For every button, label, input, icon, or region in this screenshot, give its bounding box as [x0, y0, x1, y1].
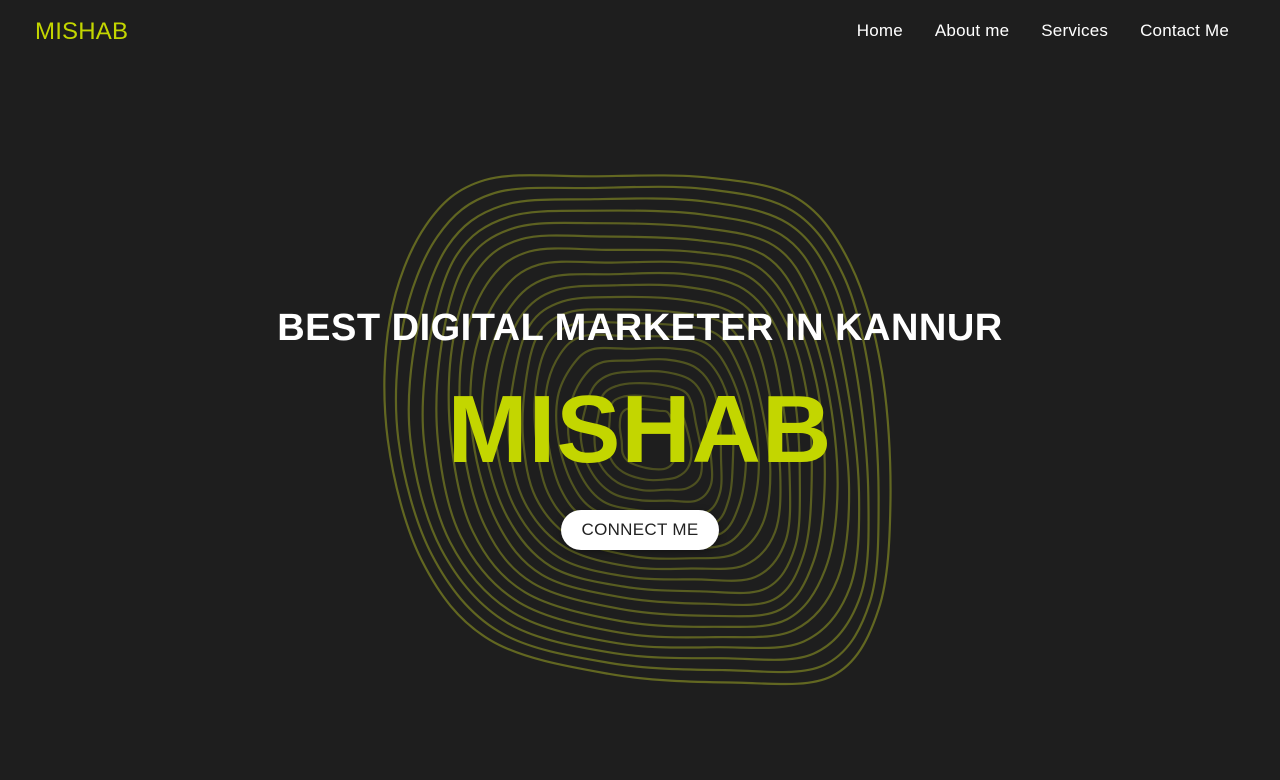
- hero-title: MISHAB: [447, 376, 833, 483]
- nav-menu: Home About me Services Contact Me: [857, 20, 1229, 42]
- navbar: MISHAB Home About me Services Contact Me: [0, 0, 1280, 64]
- nav-link-services[interactable]: Services: [1041, 20, 1108, 42]
- connect-me-button[interactable]: CONNECT ME: [561, 510, 719, 550]
- nav-link-contact-me[interactable]: Contact Me: [1140, 20, 1229, 42]
- hero-subtitle: BEST DIGITAL MARKETER IN KANNUR: [277, 307, 1003, 349]
- nav-link-home[interactable]: Home: [857, 20, 903, 42]
- nav-link-about-me[interactable]: About me: [935, 20, 1009, 42]
- site-logo[interactable]: MISHAB: [35, 18, 128, 46]
